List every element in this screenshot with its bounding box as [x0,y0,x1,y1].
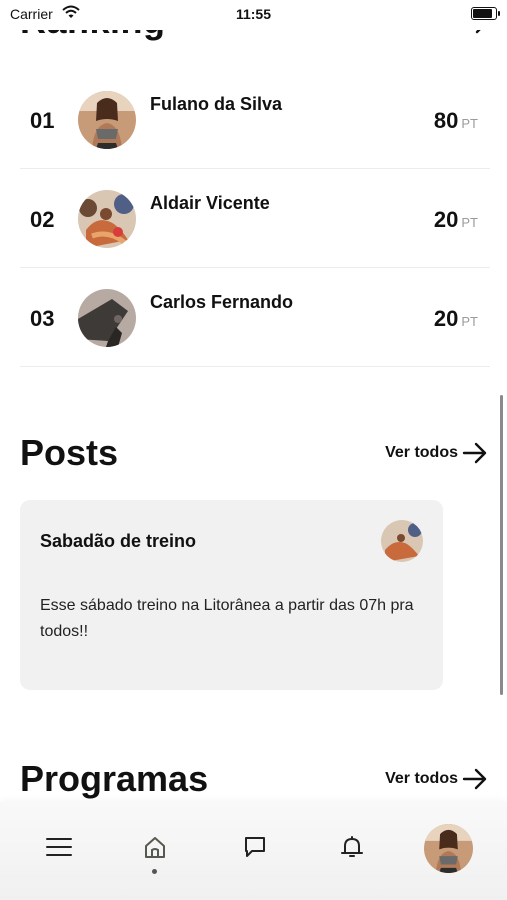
points-unit: PT [461,215,478,230]
ranking-position: 01 [30,108,55,133]
points-value: 20 [433,207,459,232]
ranking-position: 02 [30,207,55,232]
ranking-row[interactable]: 01 Fulano da Silva 80 PT [20,70,490,169]
battery-icon [471,7,500,20]
avatar [381,520,423,562]
active-tab-indicator [152,869,157,874]
programas-title: Programas [20,758,209,799]
programas-see-all-button[interactable]: Ver todos [385,770,458,788]
post-title: Sabadão de treino [40,531,197,551]
posts-header: Posts Ver todos [20,432,490,476]
chat-icon[interactable] [240,832,270,862]
main-scroll[interactable]: Ranking Ver todos 01 Fulano da Silva 80P… [0,0,507,900]
points-value: 80 [433,108,459,133]
profile-avatar[interactable] [424,824,473,873]
points-value: 20 [433,306,459,331]
post-body: Esse sábado treino na Litorânea a partir… [40,597,414,640]
ranking-row[interactable]: 02 Aldair Vicente 20 PT [20,169,490,268]
post-card[interactable]: Sabadão de treino Esse sábado treino na … [20,500,443,690]
ranking-name: Fulano da Silva [150,94,283,114]
avatar [78,289,136,347]
ranking-points: 20 PT [434,306,478,332]
ranking-row[interactable]: 03 Carlos Fernando 20 PT [20,268,490,367]
bell-icon[interactable] [337,832,367,862]
ranking-position: 03 [30,306,55,331]
ranking-name: Carlos Fernando [150,292,294,312]
scrollbar[interactable] [500,395,503,695]
avatar [78,91,136,149]
points-unit: PT [461,116,478,131]
status-bar: Carrier 11:55 [0,0,507,30]
avatar [78,190,136,248]
status-time: 11:55 [235,6,272,22]
ranking-points: 80 PT [434,108,478,134]
tab-bar [0,802,507,900]
arrow-right-icon[interactable] [462,768,488,790]
menu-icon[interactable] [44,832,74,862]
posts-see-all-button[interactable]: Ver todos [385,444,458,462]
points-unit: PT [461,314,478,329]
arrow-right-icon[interactable] [462,442,488,464]
ranking-name: Aldair Vicente [150,193,270,213]
ranking-points: 20 PT [434,207,478,233]
posts-title: Posts [20,432,119,473]
programas-header: Programas Ver todos [20,758,490,802]
home-icon[interactable] [140,832,170,862]
